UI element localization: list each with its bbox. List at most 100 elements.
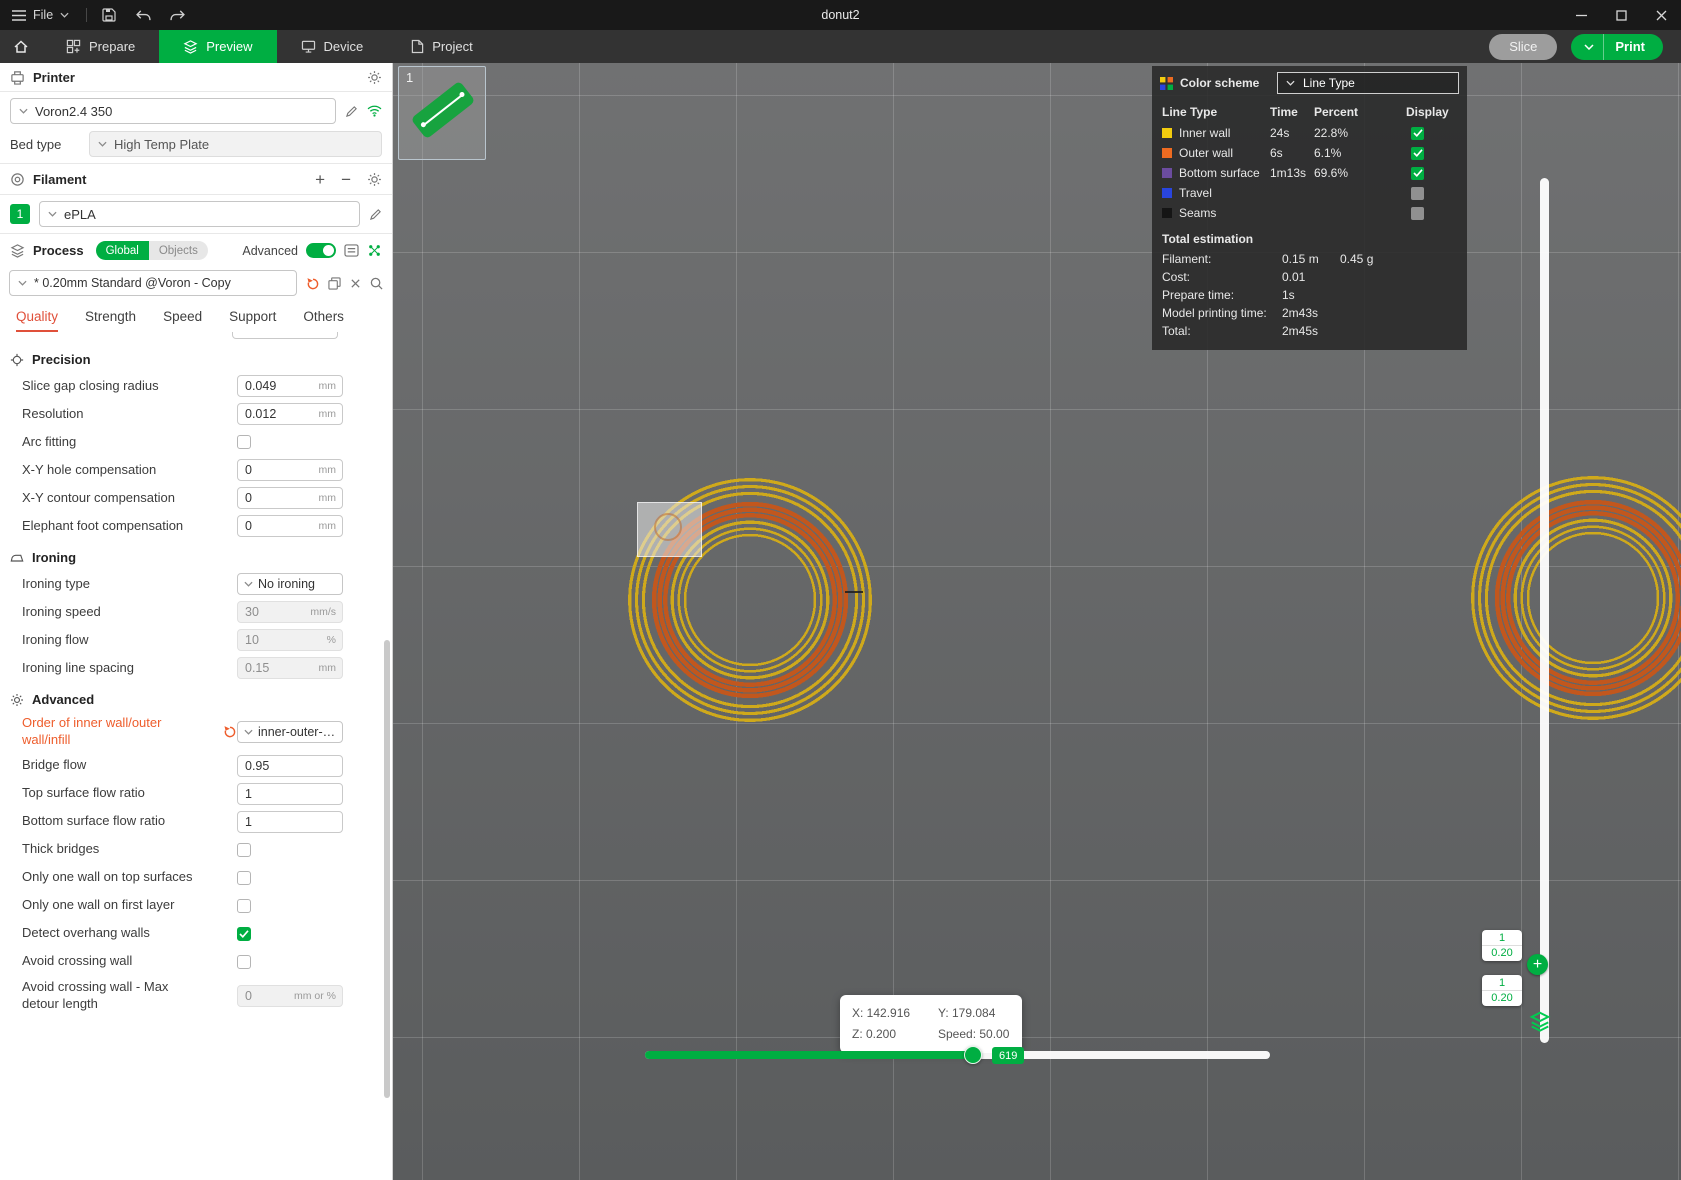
setting-row: Order of inner wall/outer wall/infill inn… xyxy=(0,712,392,752)
process-section-header: Process Global Objects Advanced xyxy=(0,234,392,266)
plate-thumbnail[interactable]: 1 xyxy=(398,66,486,160)
display-checkbox[interactable] xyxy=(1411,186,1424,200)
settings-scroll-area[interactable]: Precision Slice gap closing radius 0.049 mm… xyxy=(0,332,392,1016)
revert-icon[interactable] xyxy=(223,725,236,738)
setting-select[interactable]: inner-outer-… xyxy=(237,720,343,743)
revert-preset-icon[interactable] xyxy=(306,277,319,290)
tab-speed[interactable]: Speed xyxy=(163,309,202,332)
close-button[interactable] xyxy=(1641,0,1681,30)
global-pill[interactable]: Global xyxy=(95,241,149,260)
tab-support[interactable]: Support xyxy=(229,309,276,332)
filament-name: ePLA xyxy=(64,206,96,222)
gear-icon[interactable] xyxy=(367,172,382,187)
plus-icon: + xyxy=(1532,955,1543,973)
advanced-toggle[interactable] xyxy=(306,243,336,258)
display-checkbox[interactable] xyxy=(1411,126,1424,140)
color-scheme-select[interactable]: Line Type xyxy=(1277,72,1459,94)
display-checkbox[interactable] xyxy=(1411,206,1424,220)
navbar: Prepare Preview Device Project Slice Pri… xyxy=(0,30,1681,63)
undo-button[interactable] xyxy=(126,0,160,30)
setting-input[interactable]: 0 mm xyxy=(237,459,343,481)
objects-table-icon[interactable] xyxy=(367,243,382,258)
save-button[interactable] xyxy=(92,0,126,30)
tab-others[interactable]: Others xyxy=(303,309,344,332)
edit-filament-icon[interactable] xyxy=(369,208,382,221)
bed-type-select[interactable]: High Temp Plate xyxy=(89,131,382,157)
ironing-icon xyxy=(10,552,24,563)
home-button[interactable] xyxy=(0,30,42,63)
maximize-button[interactable] xyxy=(1601,0,1641,30)
setting-checkbox[interactable] xyxy=(237,435,251,449)
process-preset-select[interactable]: * 0.20mm Standard @Voron - Copy xyxy=(9,270,297,296)
gear-icon[interactable] xyxy=(367,70,382,85)
setting-input[interactable]: 10% xyxy=(237,629,343,651)
layer-badge-bottom[interactable]: 1 0.20 xyxy=(1482,975,1522,1006)
sidebar-scrollbar[interactable] xyxy=(384,640,390,1098)
setting-input[interactable]: 30 mm/s xyxy=(237,601,343,623)
advanced-gear-icon xyxy=(10,693,24,707)
setting-select[interactable]: No ironing xyxy=(237,573,343,595)
setting-row: Arc fitting xyxy=(0,428,392,456)
tab-prepare[interactable]: Prepare xyxy=(42,30,159,63)
layer-badge-top[interactable]: 1 0.20 xyxy=(1482,930,1522,961)
setting-input[interactable]: 0.15 mm xyxy=(237,657,343,679)
setting-unit: mm xyxy=(318,662,337,674)
setting-input[interactable]: 0.012 mm xyxy=(237,403,343,425)
setting-label: Ironing speed xyxy=(22,603,101,619)
file-menu-label: File xyxy=(33,8,54,22)
setting-input[interactable]: 0 mm xyxy=(237,515,343,537)
layer-number: 1 xyxy=(1482,932,1522,946)
tab-quality[interactable]: Quality xyxy=(16,309,59,332)
line-type-name: Outer wall xyxy=(1179,146,1234,160)
layers-mode-button[interactable] xyxy=(1529,1010,1551,1032)
setting-input[interactable]: 1 xyxy=(237,810,343,833)
setting-input[interactable]: 1 xyxy=(237,782,343,805)
edit-printer-icon[interactable] xyxy=(345,105,358,118)
color-scheme-title: Color scheme xyxy=(1180,76,1260,90)
wifi-icon[interactable] xyxy=(367,105,382,117)
stat-value: 2m45s xyxy=(1282,324,1319,338)
setting-checkbox[interactable] xyxy=(237,898,251,913)
file-menu[interactable]: File xyxy=(0,0,81,30)
add-filament-button[interactable]: + xyxy=(315,171,325,188)
tab-label: Prepare xyxy=(89,39,136,54)
stat-label: Total: xyxy=(1162,324,1191,338)
setting-checkbox[interactable] xyxy=(237,842,251,857)
delete-preset-icon[interactable] xyxy=(350,278,361,289)
setting-input[interactable]: 0 mm or % xyxy=(237,984,343,1007)
move-slider-handle[interactable] xyxy=(964,1046,982,1064)
save-preset-icon[interactable] xyxy=(328,276,341,290)
setting-input[interactable]: 0.95 xyxy=(237,754,343,777)
tab-device[interactable]: Device xyxy=(277,30,388,63)
print-button[interactable]: Print xyxy=(1571,33,1663,60)
setting-input[interactable]: 0 mm xyxy=(237,487,343,509)
process-icon xyxy=(10,243,25,258)
tab-project[interactable]: Project xyxy=(387,30,496,63)
setting-checkbox[interactable] xyxy=(237,954,251,969)
layer-slider[interactable] xyxy=(1540,178,1549,1043)
printer-select[interactable]: Voron2.4 350 xyxy=(10,98,336,124)
setting-row: Bridge flow 0.95 xyxy=(0,752,392,780)
slice-button[interactable]: Slice xyxy=(1489,33,1558,60)
tab-preview[interactable]: Preview xyxy=(159,30,277,63)
global-objects-toggle[interactable]: Global Objects xyxy=(95,241,208,260)
display-checkbox[interactable] xyxy=(1411,146,1424,160)
setting-input[interactable]: 0.049 mm xyxy=(237,375,343,397)
display-checkbox[interactable] xyxy=(1411,166,1424,180)
print-dropdown-button[interactable] xyxy=(1571,33,1605,60)
remove-filament-button[interactable]: − xyxy=(341,171,351,188)
setting-checkbox[interactable] xyxy=(237,870,251,885)
add-layer-range-button[interactable]: + xyxy=(1527,954,1548,975)
search-icon[interactable] xyxy=(370,277,383,290)
line-type-swatch xyxy=(1162,188,1172,198)
minimize-button[interactable] xyxy=(1561,0,1601,30)
move-slider[interactable] xyxy=(645,1051,1270,1059)
redo-button[interactable] xyxy=(160,0,194,30)
viewport-3d[interactable]: 1 Color scheme Line Type Line Type Time … xyxy=(393,63,1681,1180)
objects-pill[interactable]: Objects xyxy=(148,241,208,260)
setting-checkbox[interactable] xyxy=(237,926,251,941)
parameter-list-icon[interactable] xyxy=(344,244,359,257)
tab-strength[interactable]: Strength xyxy=(85,309,136,332)
filament-select[interactable]: ePLA xyxy=(39,201,360,227)
setting-label: Avoid crossing wall xyxy=(22,953,133,969)
